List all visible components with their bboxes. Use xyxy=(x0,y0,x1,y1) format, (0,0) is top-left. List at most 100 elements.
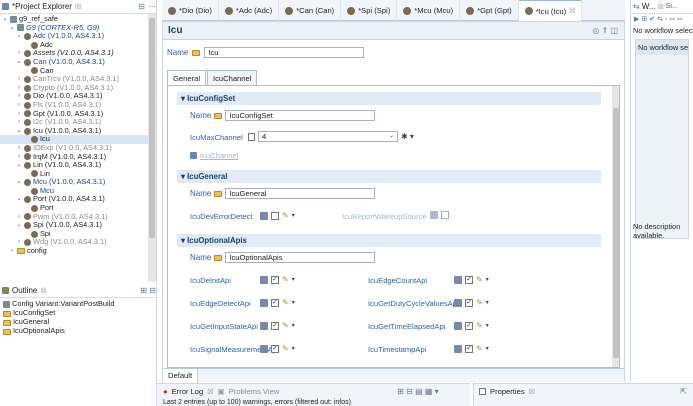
collapse-arrow-icon[interactable]: › xyxy=(16,153,22,162)
pin-icon[interactable] xyxy=(454,298,462,307)
close-icon[interactable]: ☒ xyxy=(529,388,535,396)
editor-tab[interactable]: *Can (Can) xyxy=(279,0,342,21)
close-icon[interactable]: ☒ xyxy=(40,287,46,295)
form-scrollbar[interactable] xyxy=(612,86,619,367)
expand-arrow-icon[interactable]: ⌄ xyxy=(16,127,22,136)
properties-toolbar-icon[interactable]: ⇱ xyxy=(680,387,687,396)
scrollbar-thumb[interactable] xyxy=(149,18,155,238)
collapse-arrow-icon[interactable]: › xyxy=(16,84,22,93)
chevron-down-icon[interactable]: ▾ xyxy=(292,276,295,283)
edit-pencil-icon[interactable]: ✎ xyxy=(282,275,289,284)
collapse-arrow-icon[interactable]: › xyxy=(16,101,22,110)
section-icugeneral[interactable]: ▾ IcuGeneral xyxy=(177,170,601,183)
tab-default[interactable]: Default xyxy=(163,369,199,383)
chevron-down-icon[interactable]: ▾ xyxy=(292,322,295,329)
close-icon[interactable]: ☒ xyxy=(207,388,213,396)
edit-pencil-icon[interactable]: ✎ xyxy=(282,298,289,307)
icu-channel-link[interactable]: IcuChannel xyxy=(200,151,238,160)
editor-tab[interactable]: *Mcu (Mcu) xyxy=(397,0,461,21)
collapse-arrow-icon[interactable]: › xyxy=(16,92,22,101)
section-icuconfigset[interactable]: ▾ IcuConfigSet xyxy=(177,92,601,105)
editor-tab[interactable]: *Dio (Dio) xyxy=(162,0,219,21)
collapse-arrow-icon[interactable]: › xyxy=(16,144,22,153)
editor-tab[interactable]: *Adc (Adc) xyxy=(219,0,280,21)
project-tree-scrollbar[interactable] xyxy=(148,14,156,282)
pin-icon[interactable] xyxy=(260,275,268,284)
collapse-arrow-icon[interactable]: › xyxy=(16,110,22,119)
edit-pencil-icon[interactable]: ✎ xyxy=(476,321,483,330)
expand-arrow-icon[interactable]: ⌄ xyxy=(16,161,22,170)
expand-arrow-icon[interactable]: ⌄ xyxy=(16,178,22,187)
collapse-arrow-icon[interactable]: › xyxy=(9,247,15,256)
tree-item[interactable]: ⌄ Port (V1.0.0, AS4.3.1) xyxy=(0,195,156,204)
pin-icon[interactable] xyxy=(260,344,268,353)
pin-icon[interactable] xyxy=(260,321,268,330)
api-option-checkbox[interactable]: ✓ xyxy=(271,275,279,284)
chevron-down-icon[interactable]: ▾ xyxy=(486,322,489,329)
tab-si[interactable]: Si... xyxy=(666,3,678,10)
chevron-down-icon[interactable]: ▾ xyxy=(292,345,295,352)
chevron-down-icon[interactable]: ▾ xyxy=(292,299,295,306)
collapse-arrow-icon[interactable]: › xyxy=(16,238,22,247)
optional-apis-name-input[interactable]: IcuOptionalApis xyxy=(225,252,376,263)
tree-item[interactable]: ⌄ Icu (V1.0.0, AS4.3.1) xyxy=(0,126,156,136)
tree-item[interactable]: ⌄ Spi (V1.0.0, AS4.3.1) xyxy=(0,221,156,230)
collapse-all-icon[interactable]: ⊟ xyxy=(138,2,145,11)
view-menu-icon[interactable]: ⋯ xyxy=(148,2,156,11)
gear-dropdown-icon[interactable]: ✱ ▾ xyxy=(401,132,414,141)
edit-pencil-icon[interactable]: ✎ xyxy=(476,344,483,353)
scrollbar-thumb[interactable] xyxy=(613,108,619,358)
pin-icon[interactable] xyxy=(260,211,268,220)
edit-pencil-icon[interactable]: ✎ xyxy=(282,344,289,353)
error-log-toolbar-icons[interactable]: ⊞ ⊟ ▤ ▦ ▾ xyxy=(397,387,438,396)
collapse-arrow-icon[interactable]: › xyxy=(16,118,22,127)
chevron-down-icon[interactable]: ▾ xyxy=(486,276,489,283)
api-option-checkbox[interactable]: ✓ xyxy=(465,298,473,307)
close-icon[interactable]: ☒ xyxy=(657,3,663,11)
tree-item[interactable]: ⌄ Lin (V1.0.0, AS4.3.1) xyxy=(0,160,156,170)
workflow-toolbar[interactable]: ▶ ⊞ ✔ ⇆ ◦ ⇦ ⇨ xyxy=(631,14,693,26)
editor-header-icons[interactable]: ◎ ⇑ ◫ xyxy=(592,26,618,35)
tab-icuchannel[interactable]: IcuChannel xyxy=(207,70,258,86)
dev-error-detect-checkbox[interactable] xyxy=(271,211,279,220)
editor-tab[interactable]: *Gpt (Gpt) xyxy=(460,0,519,21)
tab-properties[interactable]: Properties xyxy=(490,387,525,396)
tab-error-log[interactable]: Error Log xyxy=(172,387,204,396)
close-icon[interactable]: ☒ xyxy=(75,3,81,11)
chevron-down-icon[interactable]: ▾ xyxy=(486,345,489,352)
tree-item[interactable]: › config xyxy=(0,246,156,256)
api-option-checkbox[interactable]: ✓ xyxy=(465,275,473,284)
outline-item[interactable]: IcuOptionalApis xyxy=(3,327,156,336)
edit-pencil-icon[interactable]: ✎ xyxy=(282,211,289,220)
api-option-checkbox[interactable]: ✓ xyxy=(271,344,279,353)
chevron-down-icon[interactable]: ▾ xyxy=(292,212,295,219)
pin-icon[interactable] xyxy=(430,211,438,219)
tree-item[interactable]: ⌄ Adc (V1.0.0, AS4.3.1) xyxy=(0,32,156,41)
api-option-checkbox[interactable]: ✓ xyxy=(271,298,279,307)
chevron-down-icon[interactable]: ▾ xyxy=(486,299,489,306)
report-wakeup-source-checkbox[interactable] xyxy=(441,211,449,219)
tree-item[interactable]: › Wdg (V1.0.0, AS4.3.1) xyxy=(0,238,156,247)
pin-icon[interactable] xyxy=(260,298,268,307)
tab-problems-view[interactable]: Problems View xyxy=(229,387,280,396)
expand-arrow-icon[interactable]: ⌄ xyxy=(2,15,8,24)
config-set-name-input[interactable]: IcuConfigSet xyxy=(225,110,376,121)
workflow-tab[interactable]: ⇆ W... ☒ Si... xyxy=(631,0,693,14)
collapse-arrow-icon[interactable]: › xyxy=(16,49,22,58)
collapse-arrow-icon[interactable]: › xyxy=(16,75,22,84)
collapse-arrow-icon[interactable]: › xyxy=(16,213,22,222)
name-input[interactable]: Icu xyxy=(204,47,365,58)
edit-pencil-icon[interactable]: ✎ xyxy=(476,275,483,284)
expand-arrow-icon[interactable]: ⌄ xyxy=(9,24,15,33)
edit-pencil-icon[interactable]: ✎ xyxy=(282,321,289,330)
pin-icon[interactable] xyxy=(454,344,462,353)
section-icuoptionalapis[interactable]: ▾ IcuOptionalApis xyxy=(177,234,601,247)
project-explorer-tab[interactable]: *Project Explorer ☒ ⊟ ⋯ xyxy=(0,0,156,14)
close-icon[interactable]: ☒ xyxy=(569,7,575,15)
expand-arrow-icon[interactable]: ⌄ xyxy=(16,58,22,67)
pin-icon[interactable] xyxy=(454,275,462,284)
icu-max-channel-select[interactable]: 4 ⌄ xyxy=(258,131,398,142)
pin-icon[interactable] xyxy=(454,321,462,330)
tab-general[interactable]: General xyxy=(167,70,207,86)
tree-item[interactable]: ⌄ Mcu (V1.0.0, AS4.3.1) xyxy=(0,178,156,187)
